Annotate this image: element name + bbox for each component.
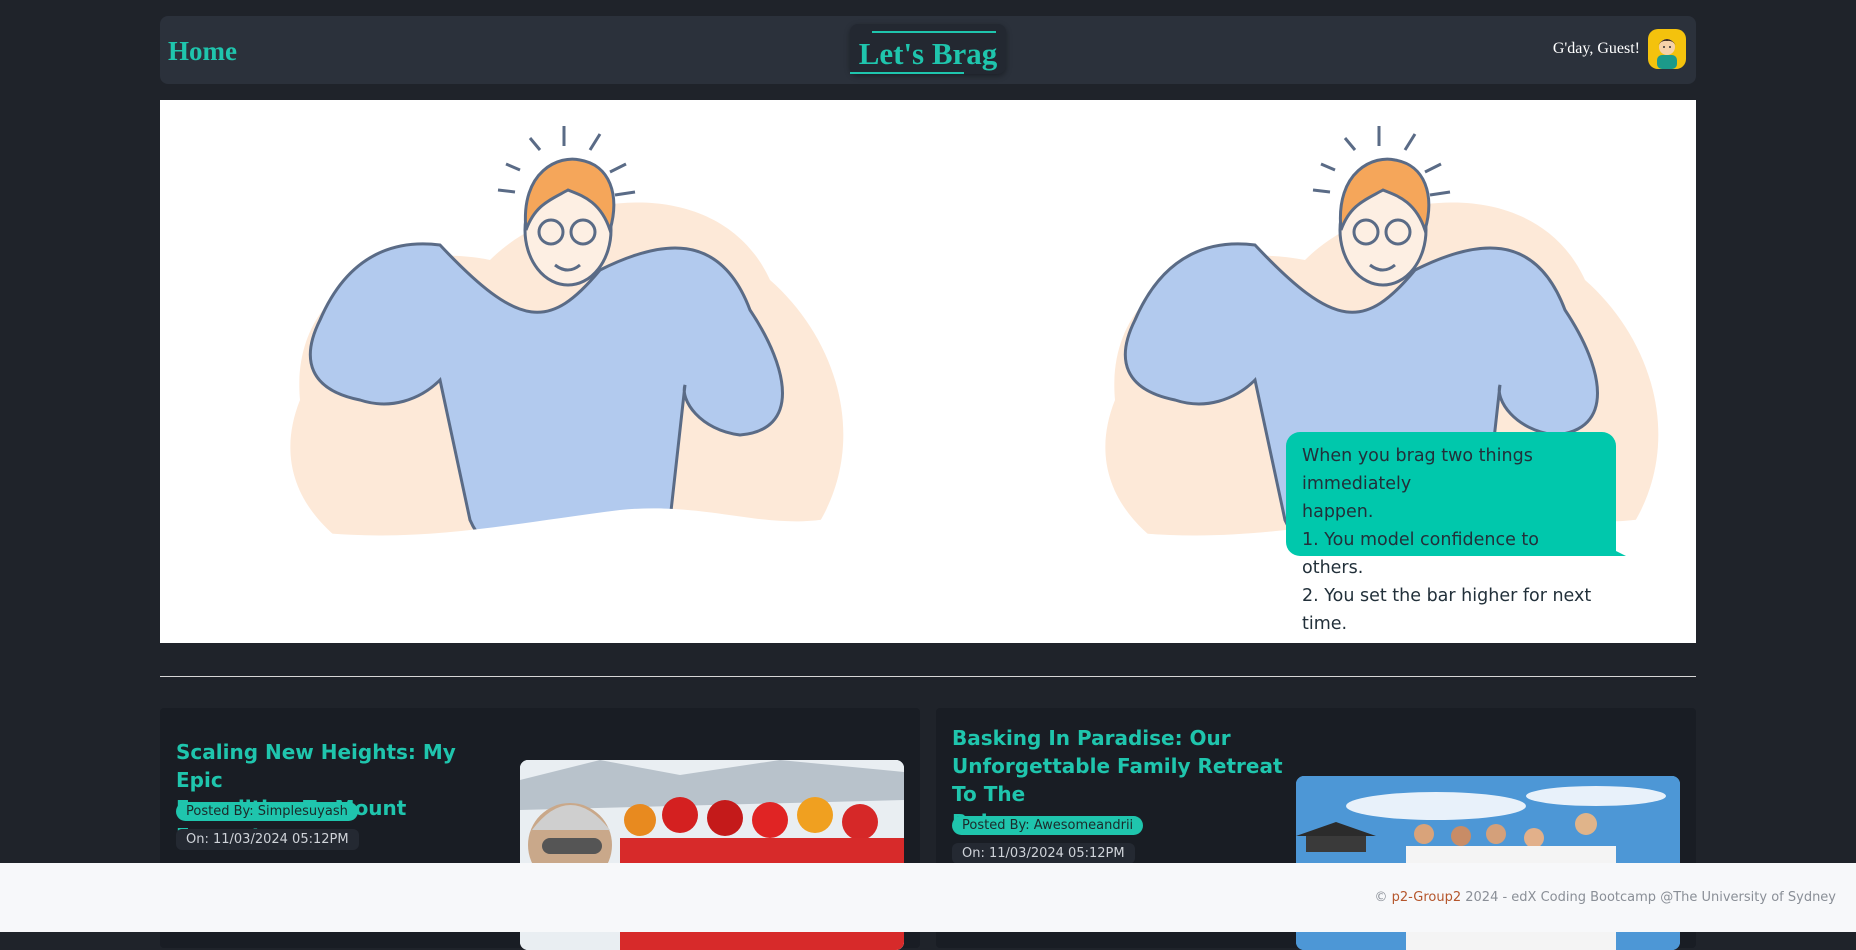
section-divider xyxy=(160,676,1696,677)
footer-group-link[interactable]: p2-Group2 xyxy=(1392,890,1462,905)
posted-by-badge: Posted By: Simplesuyash xyxy=(176,802,358,821)
footer-copyright: © p2-Group2 2024 - edX Coding Bootcamp @… xyxy=(1374,890,1836,905)
bubble-line: When you brag two things immediately xyxy=(1302,446,1533,494)
speech-bubble-tail xyxy=(1606,546,1626,556)
brand-underline-bottom xyxy=(850,72,964,74)
user-avatar-icon[interactable] xyxy=(1648,29,1686,69)
copyright-symbol: © xyxy=(1374,890,1388,905)
bubble-line: 1. You model confidence to others. xyxy=(1302,530,1539,578)
post-title-line: Unforgettable Family Retreat To The xyxy=(952,754,1283,806)
speech-bubble: When you brag two things immediately hap… xyxy=(1286,432,1616,634)
posted-by-badge: Posted By: Awesomeandrii xyxy=(952,816,1144,835)
post-date: On: 11/03/2024 05:12PM xyxy=(952,843,1135,864)
hero-banner: When you brag two things immediately hap… xyxy=(160,100,1696,643)
footer-credit-text: 2024 - edX Coding Bootcamp @The Universi… xyxy=(1461,890,1836,905)
home-link[interactable]: Home xyxy=(168,36,237,67)
brand-logo[interactable]: Let's Brag xyxy=(850,24,1006,74)
bubble-line: happen. xyxy=(1302,502,1374,522)
post-date: On: 11/03/2024 05:12PM xyxy=(176,829,359,850)
post-title-line: Scaling New Heights: My Epic xyxy=(176,740,456,792)
navbar: Home Let's Brag G'day, Guest! xyxy=(160,16,1696,84)
brand-title: Let's Brag xyxy=(858,36,998,71)
greeting-text: G'day, Guest! xyxy=(1552,40,1640,57)
bragging-man-illustration-left xyxy=(160,126,860,643)
brand-underline-top xyxy=(872,31,996,33)
footer: © p2-Group2 2024 - edX Coding Bootcamp @… xyxy=(0,863,1856,932)
post-title-line: Basking In Paradise: Our xyxy=(952,726,1231,750)
bubble-line: 2. You set the bar higher for next time. xyxy=(1302,586,1592,634)
